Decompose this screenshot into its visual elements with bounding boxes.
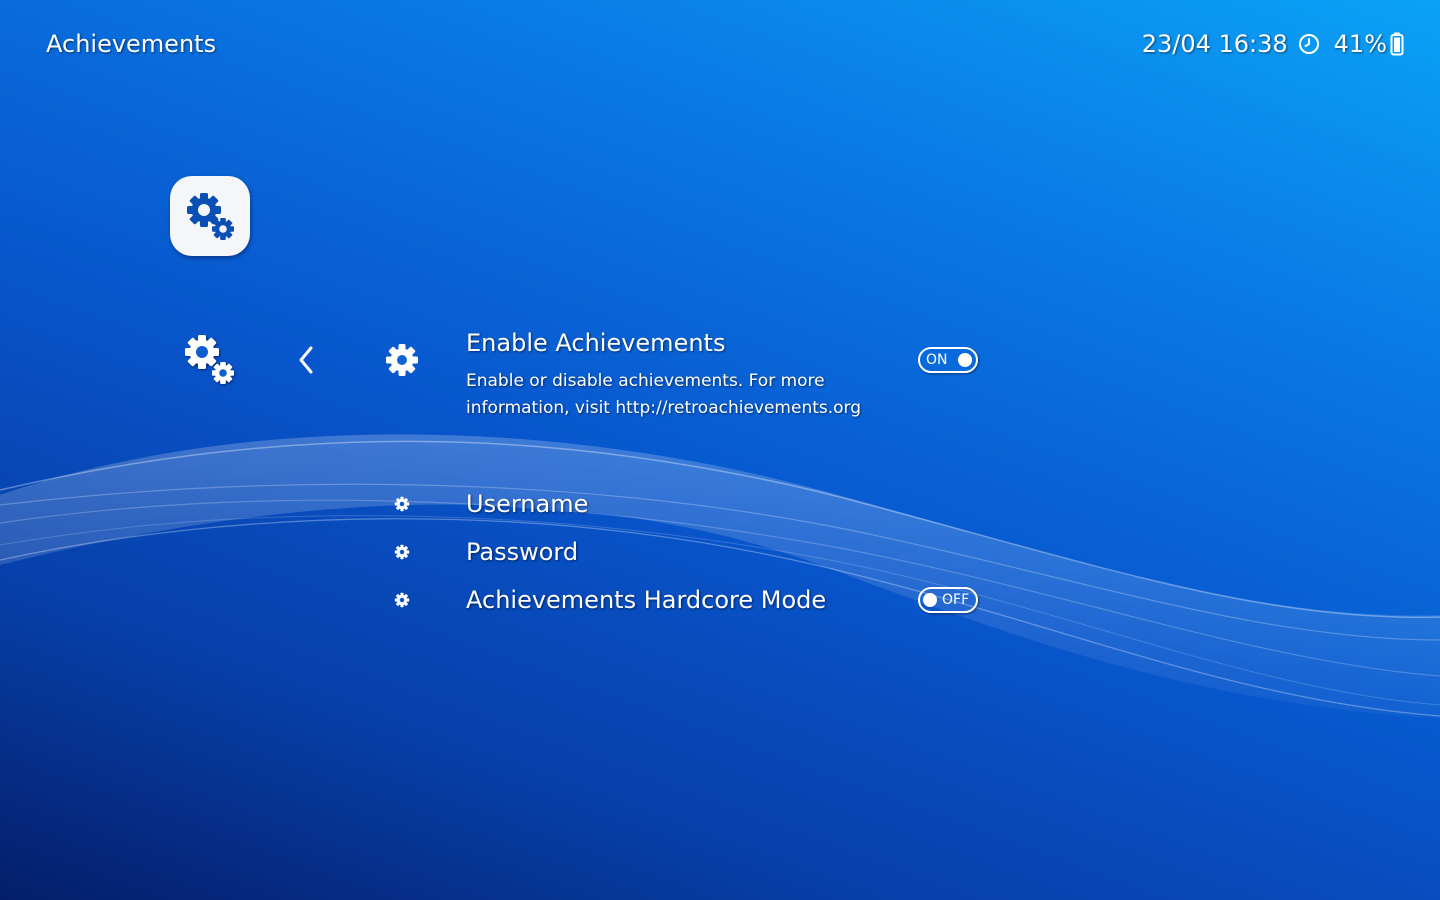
background-waves bbox=[0, 434, 1440, 718]
datetime: 23/04 16:38 bbox=[1141, 30, 1288, 58]
gear-icon bbox=[394, 592, 410, 608]
menu-item-label: Username bbox=[466, 490, 589, 518]
gears-icon bbox=[187, 193, 234, 240]
gears-icon bbox=[185, 335, 234, 384]
toggle-knob bbox=[923, 593, 937, 607]
page-title: Achievements bbox=[46, 30, 217, 58]
battery-icon bbox=[1390, 32, 1404, 56]
battery-percent: 41% bbox=[1333, 30, 1387, 58]
menu-item-sublabel: Enable or disable achievements. For more… bbox=[466, 371, 862, 418]
toggle-state-label: ON bbox=[926, 352, 948, 368]
toggle-hardcore-mode[interactable]: OFF bbox=[918, 587, 978, 613]
gear-icon bbox=[394, 544, 410, 560]
gear-icon bbox=[386, 344, 418, 376]
status-bar: 23/04 16:38 41% bbox=[1142, 28, 1404, 60]
toggle-state-label: OFF bbox=[942, 592, 970, 608]
chevron-left-icon[interactable] bbox=[294, 344, 318, 376]
tab-settings-icon-tile[interactable] bbox=[170, 176, 250, 256]
toggle-enable-achievements[interactable]: ON bbox=[918, 347, 978, 373]
clock-icon bbox=[1298, 33, 1320, 55]
gear-icon bbox=[394, 496, 410, 512]
menu-item-label: Achievements Hardcore Mode bbox=[466, 586, 827, 614]
menu-item-label: Password bbox=[466, 538, 579, 566]
menu-item-label: Enable Achievements bbox=[466, 329, 726, 357]
toggle-knob bbox=[958, 353, 972, 367]
